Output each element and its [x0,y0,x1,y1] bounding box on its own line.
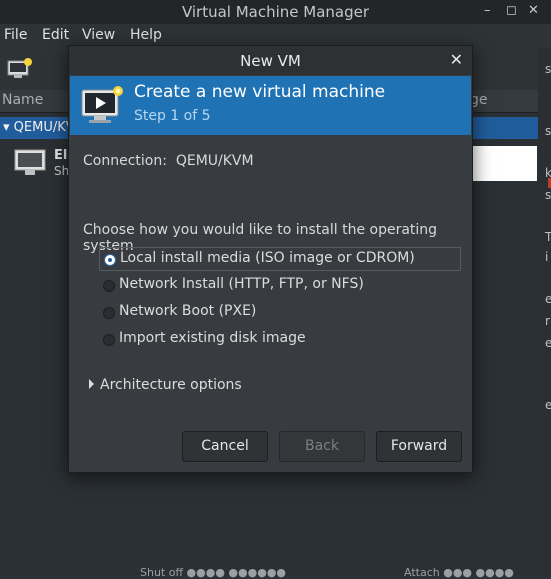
radio-icon[interactable] [104,254,116,266]
menu-help[interactable]: Help [130,27,162,43]
new-vm-icon[interactable] [7,57,33,79]
vm-monitor-icon [14,149,46,175]
architecture-options-expander[interactable]: Architecture options [89,377,242,393]
connection-value: QEMU/KVM [175,153,254,169]
minimize-icon[interactable]: – [484,3,491,18]
menu-edit[interactable]: Edit [42,27,69,43]
radio-icon[interactable] [103,334,115,346]
vm-play-icon [81,86,123,123]
vm-status: Sh [54,164,70,178]
expander-arrow-icon [89,379,94,389]
connection-label: Connection: [83,153,167,169]
column-name[interactable]: Name [2,92,43,108]
window-titlebar: Virtual Machine Manager – ◻ ✕ [0,0,551,24]
menu-view[interactable]: View [82,27,115,43]
menu-file[interactable]: File [4,27,27,43]
radio-icon[interactable] [103,280,115,292]
dialog-step: Step 1 of 5 [134,108,211,124]
dialog-banner: Create a new virtual machine Step 1 of 5 [70,76,471,135]
close-icon[interactable]: ✕ [528,3,539,18]
new-vm-dialog: New VM ✕ Create a new virtual machine St… [68,45,473,473]
bottom-text-right: Attach ●●● ●●●● [404,566,514,579]
dialog-titlebar: New VM ✕ [69,46,472,75]
bottom-text-left: Shut off ●●●● ●●●●●● [140,566,287,579]
cancel-button[interactable]: Cancel [182,431,268,462]
connection-info: Connection: QEMU/KVM [83,153,254,169]
option-network-boot[interactable]: Network Boot (PXE) [99,301,461,325]
option-local-media[interactable]: Local install media (ISO image or CDROM) [99,247,461,271]
back-button[interactable]: Back [279,431,365,462]
window-title: Virtual Machine Manager [181,3,370,21]
option-network-install[interactable]: Network Install (HTTP, FTP, or NFS) [99,274,461,298]
radio-icon[interactable] [103,307,115,319]
dialog-heading: Create a new virtual machine [134,82,386,102]
maximize-icon[interactable]: ◻ [506,3,517,18]
dialog-close-icon[interactable]: ✕ [450,50,463,69]
background-window-edge: s s k s T i e r e e [538,48,551,576]
option-import-disk[interactable]: Import existing disk image [99,328,461,352]
dialog-title: New VM [240,52,301,70]
cpu-usage-graph [468,146,537,181]
forward-button[interactable]: Forward [376,431,462,462]
